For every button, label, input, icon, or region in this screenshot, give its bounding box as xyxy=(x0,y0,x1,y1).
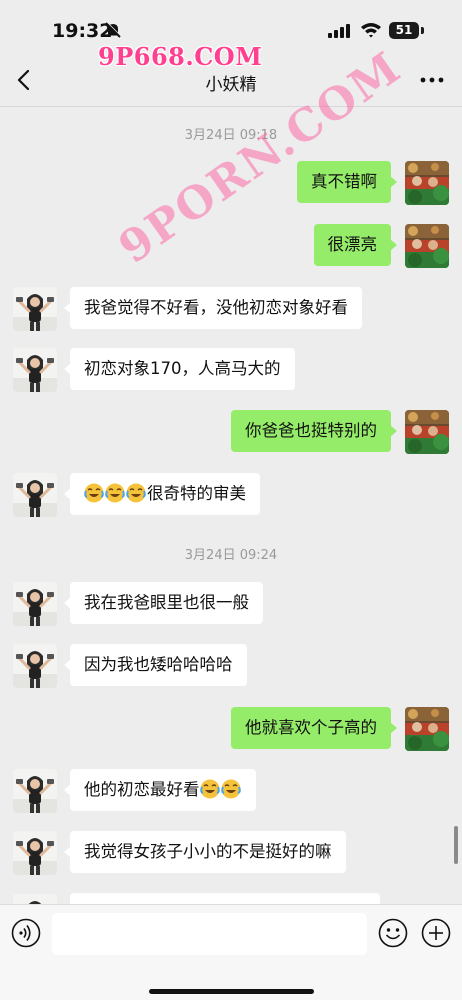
contact-avatar[interactable] xyxy=(13,831,57,875)
input-bar xyxy=(0,904,462,1000)
message-input[interactable] xyxy=(52,913,367,955)
message-bubble-sent[interactable]: 很漂亮 xyxy=(313,224,397,266)
signal-icon xyxy=(328,24,350,38)
message-text: 很奇特的审美 xyxy=(147,484,246,503)
header-divider xyxy=(0,106,462,107)
laughing-tears-emoji-icon xyxy=(84,483,104,503)
laughing-tears-emoji-icon xyxy=(199,779,220,799)
message-bubble-received[interactable]: 因为我也矮哈哈哈哈 xyxy=(64,644,247,686)
laughing-tears-emoji-icon xyxy=(105,483,125,503)
contact-avatar[interactable] xyxy=(13,287,57,331)
laughing-tears-emoji-icon xyxy=(126,483,146,503)
voice-icon[interactable] xyxy=(11,918,41,948)
laughing-tears-emoji-icon xyxy=(220,779,241,799)
self-avatar[interactable] xyxy=(405,224,449,268)
emoji-icon[interactable] xyxy=(378,918,408,948)
bell-slash-icon xyxy=(105,21,122,38)
message-bubble-received[interactable]: 他的初恋最好看 xyxy=(64,769,256,811)
message-bubble-sent[interactable]: 他就喜欢个子高的 xyxy=(231,707,397,749)
timestamp: 3月24日 09:24 xyxy=(184,548,278,563)
home-indicator[interactable] xyxy=(149,989,314,994)
contact-avatar[interactable] xyxy=(13,348,57,392)
message-bubble-received[interactable]: 我在我爸眼里也很一般 xyxy=(64,582,263,624)
self-avatar[interactable] xyxy=(405,161,449,205)
message-bubble-sent[interactable]: 你爸爸也挺特别的 xyxy=(231,410,397,452)
message-bubble-received[interactable]: 初恋对象170，人高马大的 xyxy=(64,348,295,390)
message-text: 他的初恋最好看 xyxy=(84,780,200,799)
scrollbar[interactable] xyxy=(454,826,458,864)
contact-avatar[interactable] xyxy=(13,582,57,626)
message-bubble-received[interactable]: 我爸觉得不好看，没他初恋对象好看 xyxy=(64,287,362,329)
self-avatar[interactable] xyxy=(405,707,449,751)
timestamp: 3月24日 09:18 xyxy=(184,128,278,143)
message-bubble-received[interactable]: 很奇特的审美 xyxy=(64,473,260,515)
battery-indicator: 51 xyxy=(389,22,419,39)
battery-tip xyxy=(421,27,424,34)
message-bubble-received[interactable]: 我觉得女孩子小小的不是挺好的嘛 xyxy=(64,831,346,873)
message-bubble-sent[interactable]: 真不错啊 xyxy=(297,161,397,203)
contact-avatar[interactable] xyxy=(13,473,57,517)
contact-avatar[interactable] xyxy=(13,769,57,813)
more-icon[interactable] xyxy=(418,74,446,86)
plus-icon[interactable] xyxy=(421,918,451,948)
wifi-icon xyxy=(361,23,381,38)
contact-avatar[interactable] xyxy=(13,644,57,688)
self-avatar[interactable] xyxy=(405,410,449,454)
